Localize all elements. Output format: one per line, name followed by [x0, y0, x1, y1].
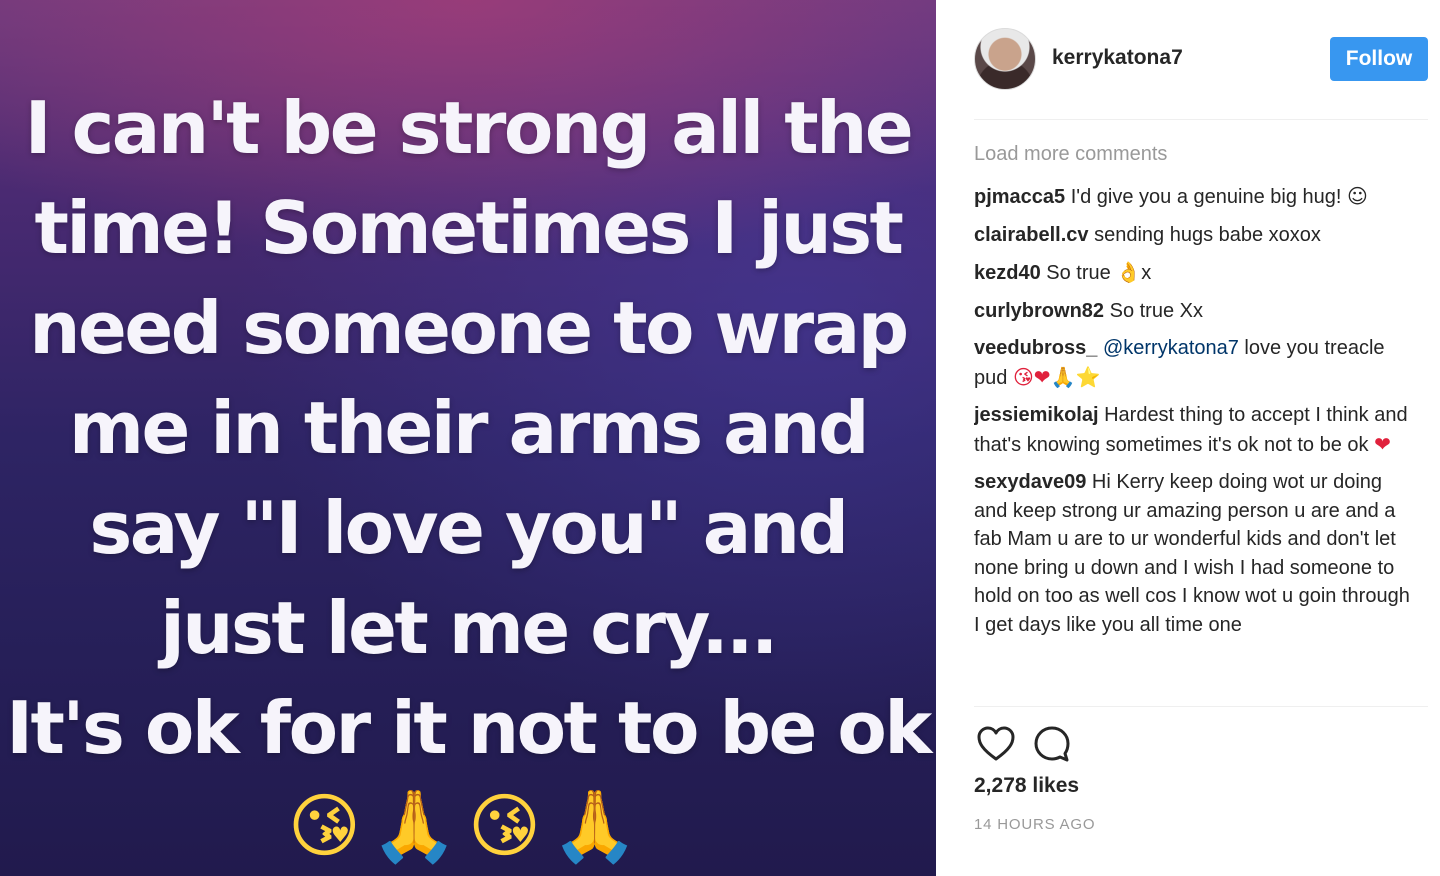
comment-text: sending hugs babe xoxox	[1088, 223, 1321, 246]
follow-button[interactable]: Follow	[1330, 37, 1428, 81]
comment-text-suffix: x	[1141, 262, 1152, 284]
post-image[interactable]: I can't be strong all the time! Sometime…	[0, 0, 936, 876]
comment-text: So true Xx	[1104, 299, 1203, 322]
kiss-heart-pray-star-emoji-icon: 😘❤🙏⭐	[1012, 364, 1101, 389]
likes-count[interactable]: 2,278 likes	[974, 774, 1079, 798]
image-emojis: 😘🙏😘🙏	[287, 785, 649, 867]
heart-icon	[977, 726, 1015, 761]
comment-username[interactable]: kezd40	[974, 262, 1041, 284]
comment-button[interactable]	[1030, 722, 1074, 766]
comments-list[interactable]: Load more comments pjmacca5 I'd give you…	[974, 140, 1412, 706]
red-heart-emoji-icon: ❤	[1374, 431, 1391, 456]
quote-line: need someone to wrap	[29, 286, 909, 370]
post-timestamp[interactable]: 14 HOURS AGO	[974, 816, 1095, 833]
comment-item: kezd40 So true 👌x	[974, 258, 1412, 288]
quote-line: just let me cry...	[160, 586, 778, 670]
comment-username[interactable]: veedubross_	[974, 337, 1097, 359]
instagram-post: I can't be strong all the time! Sometime…	[0, 0, 1440, 876]
comment-item: pjmacca5 I'd give you a genuine big hug!…	[974, 182, 1412, 212]
comment-username[interactable]: pjmacca5	[974, 186, 1065, 208]
comment-username[interactable]: clairabell.cv	[974, 224, 1089, 246]
avatar[interactable]	[974, 28, 1036, 90]
post-sidebar: kerrykatona7 Follow Load more comments p…	[936, 0, 1440, 876]
comment-item: veedubross_ @kerrykatona7 love you treac…	[974, 334, 1412, 392]
comment-text: So true	[1040, 262, 1117, 284]
comment-item: clairabell.cv sending hugs babe xoxox	[974, 221, 1412, 250]
smile-emoji-icon: ☺	[1346, 184, 1368, 208]
quote-line: I can't be strong all the	[24, 86, 914, 170]
comment-bubble-icon	[1034, 726, 1070, 762]
comment-username[interactable]: sexydave09	[974, 471, 1086, 493]
quote-line: It's ok for it not to be ok	[6, 686, 932, 770]
username-link[interactable]: kerrykatona7	[1052, 46, 1183, 70]
post-header: kerrykatona7 Follow	[974, 24, 1428, 120]
divider	[974, 706, 1428, 707]
ok-hand-emoji-icon: 👌	[1116, 260, 1142, 284]
comment-username[interactable]: jessiemikolaj	[974, 404, 1099, 426]
quote-line: time! Sometimes I just	[34, 186, 904, 270]
comment-item: jessiemikolaj Hardest thing to accept I …	[974, 401, 1412, 459]
image-quote-text: I can't be strong all the time! Sometime…	[0, 78, 936, 778]
comment-username[interactable]: curlybrown82	[974, 300, 1104, 322]
post-actions	[974, 722, 1074, 766]
quote-line: say "I love you" and	[89, 486, 849, 570]
comment-mention-link[interactable]: @kerrykatona7	[1103, 337, 1239, 359]
quote-line: me in their arms and	[68, 386, 870, 470]
load-more-comments-link[interactable]: Load more comments	[974, 140, 1412, 168]
comment-item: curlybrown82 So true Xx	[974, 297, 1412, 326]
comment-text: I'd give you a genuine big hug!	[1065, 186, 1347, 208]
like-button[interactable]	[974, 722, 1018, 766]
comment-item: sexydave09 Hi Kerry keep doing wot ur do…	[974, 468, 1412, 639]
comment-text: Hi Kerry keep doing wot ur doing and kee…	[974, 471, 1410, 636]
